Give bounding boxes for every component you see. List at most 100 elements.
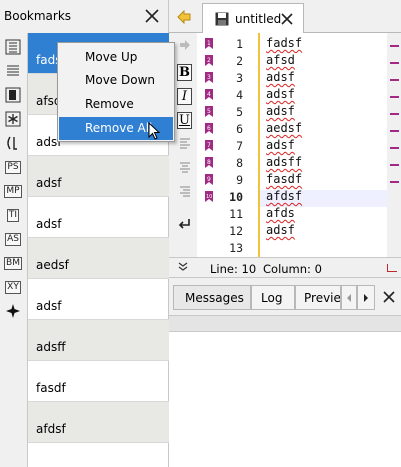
tab-log[interactable]: Log: [251, 285, 295, 310]
svg-text:9: 9: [207, 176, 211, 183]
ps-tool[interactable]: PS: [4, 158, 22, 176]
menu-item-move-up[interactable]: Move Up: [59, 46, 173, 69]
bookmark-marker: [390, 130, 399, 132]
code-editor[interactable]: 1 2 3 4 5 6 7 8 9 10 1 2 3 4 5 6 7 8 9 1…: [197, 33, 387, 257]
editor-scrollbar[interactable]: [387, 33, 401, 257]
editor-tab-bar: untitled: [169, 0, 401, 33]
mp-tool[interactable]: MP: [4, 182, 22, 200]
bookmark-icon: 1: [205, 38, 213, 49]
line-number: 9: [236, 173, 243, 187]
code-line: afsd: [266, 53, 295, 67]
close-icon[interactable]: [279, 11, 295, 27]
bookmark-item[interactable]: adsff: [28, 320, 169, 361]
code-line: adsf: [266, 70, 295, 84]
underline-button[interactable]: U: [177, 112, 192, 129]
svg-text:3: 3: [207, 74, 211, 81]
sparkle-icon[interactable]: [4, 302, 22, 320]
menu-item-remove[interactable]: Remove: [59, 93, 173, 116]
line-number: 13: [229, 241, 243, 255]
code-line: adsf: [266, 87, 295, 101]
code-line: adsf: [266, 223, 295, 237]
chevron-down-icon[interactable]: [177, 261, 189, 273]
status-column: Column: 0: [263, 262, 322, 276]
status-line: Line: 10: [210, 262, 257, 276]
bold-button[interactable]: B: [177, 64, 192, 81]
bookmark-icon: 2: [205, 55, 213, 66]
tab-messages[interactable]: Messages: [173, 285, 251, 310]
svg-text:6: 6: [207, 125, 211, 132]
bookmark-frame-icon[interactable]: [4, 86, 22, 104]
bookmark-icon: 6: [205, 123, 213, 134]
line-number-current: 10: [229, 190, 243, 204]
asterisk-icon[interactable]: [4, 110, 22, 128]
app-window: Bookmarks PS MP TI AS BM XY fadsf afsd a…: [0, 0, 401, 467]
status-marker: [387, 264, 397, 272]
svg-text:5: 5: [207, 108, 211, 115]
list-icon[interactable]: [4, 38, 22, 56]
bookmark-item[interactable]: adsf: [28, 279, 169, 320]
svg-text:1: 1: [207, 40, 211, 47]
bookmark-item[interactable]: afdsf: [28, 402, 169, 443]
line-number: 3: [236, 71, 243, 85]
xy-tool[interactable]: XY: [4, 278, 22, 296]
code-line: fadsf: [266, 36, 303, 50]
line-number: 7: [236, 139, 243, 153]
line-number: 8: [236, 156, 243, 170]
bookmark-icon: 10: [205, 191, 213, 202]
bracket-icon[interactable]: [4, 134, 22, 152]
svg-text:8: 8: [207, 159, 211, 166]
arrow-left-icon[interactable]: [177, 9, 191, 25]
code-line: adsf: [266, 104, 295, 118]
close-icon[interactable]: [142, 6, 162, 26]
bookmark-item[interactable]: fasdf: [28, 361, 169, 402]
tab-scroll-left[interactable]: [341, 285, 357, 310]
bookmark-marker: [390, 147, 399, 149]
ti-tool[interactable]: TI: [4, 206, 22, 224]
enter-icon[interactable]: [178, 218, 191, 233]
bookmark-item[interactable]: adsf: [28, 156, 169, 197]
save-disk-icon: [215, 12, 229, 26]
tab-untitled[interactable]: untitled: [202, 3, 304, 33]
close-icon[interactable]: [382, 290, 396, 307]
code-line: afds: [266, 206, 295, 220]
bm-tool[interactable]: BM: [4, 254, 22, 272]
list-lines-icon[interactable]: [4, 62, 22, 80]
bookmark-icon: 5: [205, 106, 213, 117]
tab-title: untitled: [235, 12, 282, 26]
bookmark-item[interactable]: adsf: [28, 197, 169, 238]
svg-text:7: 7: [207, 142, 211, 149]
bookmark-marker: [390, 113, 399, 115]
bookmark-marker: [390, 45, 399, 47]
italic-button[interactable]: I: [177, 88, 192, 105]
change-bar: [258, 33, 260, 257]
code-line: adsf: [266, 138, 295, 152]
mouse-cursor-icon: [148, 121, 162, 145]
bookmark-marker: [390, 181, 399, 183]
bookmark-marker: [390, 164, 399, 166]
svg-text:4: 4: [207, 91, 211, 98]
svg-text:2: 2: [207, 57, 211, 64]
align-left-icon[interactable]: [179, 137, 191, 152]
align-right-icon[interactable]: [179, 185, 191, 200]
line-number: 11: [229, 207, 243, 221]
bookmark-icon: 4: [205, 89, 213, 100]
line-number: 2: [236, 54, 243, 68]
messages-area[interactable]: [169, 332, 401, 467]
code-line-current: afdsf: [266, 189, 303, 203]
status-bar: Line: 10 Column: 0: [169, 257, 401, 277]
code-line: adsff: [266, 155, 303, 169]
tab-preview[interactable]: Previe: [295, 285, 341, 310]
as-tool[interactable]: AS: [4, 230, 22, 248]
align-center-icon[interactable]: [179, 161, 191, 176]
line-number: 12: [229, 224, 243, 238]
bookmarks-title: Bookmarks: [4, 9, 72, 23]
menu-item-move-down[interactable]: Move Down: [59, 69, 173, 92]
line-number: 1: [236, 37, 243, 51]
tab-scroll-right[interactable]: [357, 285, 375, 310]
messages-tab-bar: Messages Log Previe: [169, 277, 401, 315]
bookmarks-header: Bookmarks: [0, 0, 169, 33]
arrow-right-icon[interactable]: [179, 39, 191, 51]
bookmark-marker: [390, 79, 399, 81]
bookmark-icon: 8: [205, 157, 213, 168]
bookmark-item[interactable]: aedsf: [28, 238, 169, 279]
